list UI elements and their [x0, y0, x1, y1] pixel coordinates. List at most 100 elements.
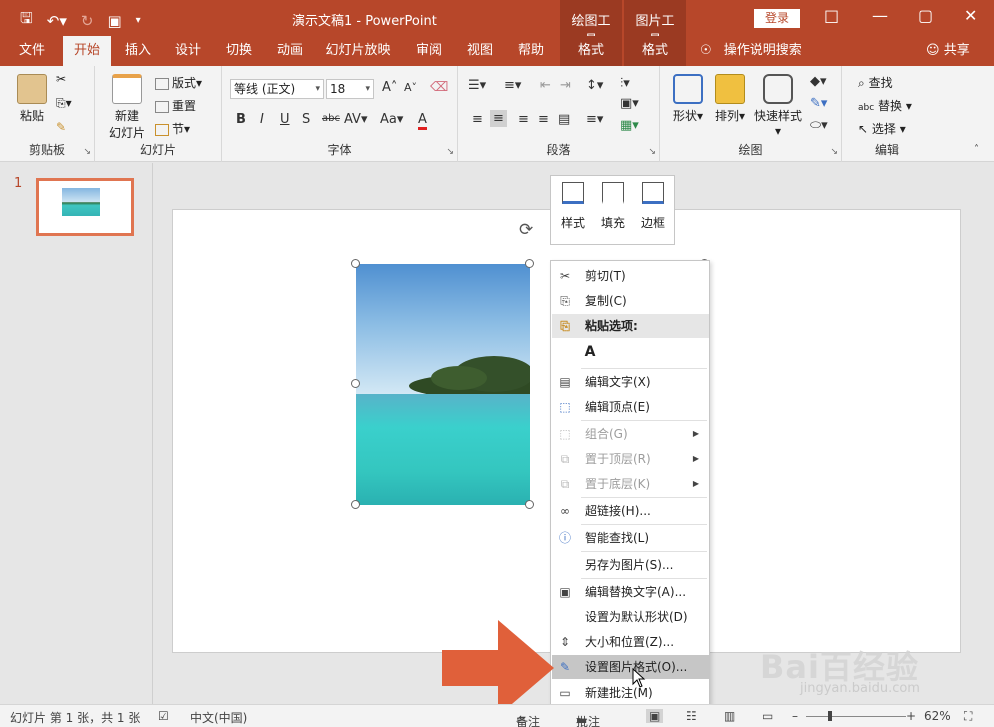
spell-check-icon[interactable]: ☑: [158, 709, 169, 723]
resize-handle[interactable]: [525, 500, 534, 509]
fit-slide-icon[interactable]: ⛶: [964, 709, 972, 724]
shape-fill-icon[interactable]: ◆▾: [810, 74, 827, 89]
clear-format-icon[interactable]: ⌫: [430, 80, 448, 95]
menu-item-copy[interactable]: ⎘ 复制(C): [552, 289, 709, 313]
quick-styles-button[interactable]: 快速样式▾: [752, 74, 804, 138]
paste-button[interactable]: 粘贴: [12, 74, 52, 124]
collapse-ribbon-icon[interactable]: ˄: [974, 144, 979, 155]
selected-picture[interactable]: [356, 264, 530, 505]
cut-icon[interactable]: ✂: [56, 72, 66, 86]
paragraph-launcher-icon[interactable]: ↘: [648, 147, 656, 157]
share-button[interactable]: ☺ 共享: [926, 36, 970, 66]
change-case-icon[interactable]: Aa▾: [380, 112, 403, 127]
align-text-icon[interactable]: ▣▾: [620, 96, 639, 111]
find-button[interactable]: ⌕ 查找: [858, 74, 893, 91]
menu-item-paste-text[interactable]: A: [552, 341, 709, 367]
line-spacing-icon[interactable]: ↕▾: [586, 78, 603, 93]
shadow-icon[interactable]: S: [302, 112, 310, 127]
minimize-icon[interactable]: —: [872, 6, 888, 25]
menu-item-format-picture[interactable]: ✎ 设置图片格式(O)...: [552, 655, 709, 679]
justify-icon[interactable]: ≡: [538, 112, 549, 127]
menu-item-cut[interactable]: ✂ 剪切(T): [552, 264, 709, 288]
tab-design[interactable]: 设计: [167, 36, 209, 66]
underline-icon[interactable]: U: [280, 112, 290, 127]
tab-animations[interactable]: 动画: [269, 36, 311, 66]
language-indicator[interactable]: 中文(中国): [190, 709, 247, 726]
menu-item-send-to-back[interactable]: ⧉ 置于底层(K) ▶: [552, 472, 709, 496]
menu-item-size-position[interactable]: ⇕ 大小和位置(Z)...: [552, 630, 709, 654]
increase-indent-icon[interactable]: ⇥: [560, 78, 571, 93]
columns-icon[interactable]: ≡▾: [586, 112, 603, 127]
smartart-icon[interactable]: ▦▾: [620, 118, 639, 133]
redo-icon[interactable]: ↻: [81, 12, 94, 30]
menu-item-group[interactable]: ⬚ 组合(G) ▶: [552, 422, 709, 446]
zoom-slider-thumb[interactable]: [828, 711, 832, 721]
menu-item-bring-to-front[interactable]: ⧉ 置于顶层(R) ▶: [552, 447, 709, 471]
section-button[interactable]: 节▾: [155, 120, 190, 137]
tab-home[interactable]: 开始: [63, 36, 111, 66]
tab-review[interactable]: 审阅: [408, 36, 450, 66]
shape-effects-icon[interactable]: ⬭▾: [810, 118, 828, 133]
style-button[interactable]: 样式: [555, 182, 591, 231]
slide-thumbnail[interactable]: [36, 178, 134, 236]
tab-view[interactable]: 视图: [459, 36, 501, 66]
undo-icon[interactable]: ↶▾: [47, 12, 67, 30]
italic-icon[interactable]: I: [260, 112, 264, 127]
font-color-icon[interactable]: A: [418, 112, 427, 130]
tab-picture-format[interactable]: 格式: [624, 36, 686, 66]
close-icon[interactable]: ✕: [964, 6, 977, 25]
slideshow-icon[interactable]: ▭: [762, 709, 773, 723]
menu-item-save-as-picture[interactable]: 另存为图片(S)...: [552, 553, 709, 577]
tab-file[interactable]: 文件: [10, 36, 54, 66]
decrease-indent-icon[interactable]: ⇤: [540, 78, 551, 93]
menu-item-edit-points[interactable]: ⬚ 编辑顶点(E): [552, 395, 709, 419]
tab-drawing-format[interactable]: 格式: [560, 36, 622, 66]
menu-item-hyperlink[interactable]: ∞ 超链接(H)...: [552, 499, 709, 523]
clipboard-launcher-icon[interactable]: ↘: [83, 147, 91, 157]
align-center-icon[interactable]: ≡: [490, 110, 507, 127]
resize-handle[interactable]: [351, 379, 360, 388]
zoom-slider[interactable]: [806, 716, 906, 717]
reading-view-icon[interactable]: ▥: [724, 709, 735, 723]
grow-font-icon[interactable]: A˄: [382, 80, 397, 95]
normal-view-icon[interactable]: ▣: [646, 709, 664, 723]
resize-handle[interactable]: [351, 259, 360, 268]
text-direction-icon[interactable]: ⫶▾: [620, 76, 630, 91]
shapes-button[interactable]: 形状▾: [668, 74, 708, 124]
copy-icon[interactable]: ⎘▾: [56, 96, 72, 111]
numbering-icon[interactable]: ≡▾: [504, 78, 521, 93]
presentation-start-icon[interactable]: ▣: [107, 12, 121, 30]
menu-item-edit-text[interactable]: ▤ 编辑文字(X): [552, 370, 709, 394]
format-painter-icon[interactable]: ✎: [56, 120, 66, 134]
replace-button[interactable]: abc 替换 ▾: [858, 97, 912, 114]
tell-me-search[interactable]: ☉ 操作说明搜索: [700, 36, 802, 66]
slide-sorter-icon[interactable]: ☷: [686, 709, 697, 723]
menu-item-new-comment[interactable]: ▭ 新建批注(M): [552, 681, 709, 705]
font-name-combo[interactable]: 等线 (正文) ▾: [230, 79, 324, 99]
shape-outline-icon[interactable]: ✎▾: [810, 96, 827, 111]
bullets-icon[interactable]: ☰▾: [468, 78, 486, 93]
font-launcher-icon[interactable]: ↘: [446, 147, 454, 157]
tab-transitions[interactable]: 切换: [218, 36, 260, 66]
login-button[interactable]: 登录: [754, 9, 800, 28]
maximize-icon[interactable]: ▢: [918, 6, 933, 25]
customize-qat-icon[interactable]: ▾: [136, 15, 141, 26]
save-icon[interactable]: 🖫: [20, 8, 33, 33]
menu-item-smart-lookup[interactable]: ⓘ 智能查找(L): [552, 526, 709, 550]
distributed-icon[interactable]: ▤: [558, 112, 570, 127]
zoom-out-icon[interactable]: –: [792, 709, 798, 723]
strikethrough-icon[interactable]: abc: [322, 113, 340, 124]
resize-handle[interactable]: [351, 500, 360, 509]
tab-insert[interactable]: 插入: [117, 36, 159, 66]
rotate-handle-icon[interactable]: ⟳: [519, 220, 533, 240]
align-right-icon[interactable]: ≡: [518, 112, 529, 127]
align-left-icon[interactable]: ≡: [472, 112, 483, 127]
zoom-in-icon[interactable]: +: [906, 709, 916, 723]
select-button[interactable]: ↖ 选择 ▾: [858, 120, 906, 137]
new-slide-button[interactable]: 新建 幻灯片: [103, 74, 151, 141]
bold-icon[interactable]: B: [236, 112, 246, 127]
reset-button[interactable]: 重置: [155, 97, 196, 114]
char-spacing-icon[interactable]: AV▾: [344, 112, 367, 127]
font-size-combo[interactable]: 18 ▾: [326, 79, 374, 99]
layout-button[interactable]: 版式▾: [155, 74, 202, 91]
